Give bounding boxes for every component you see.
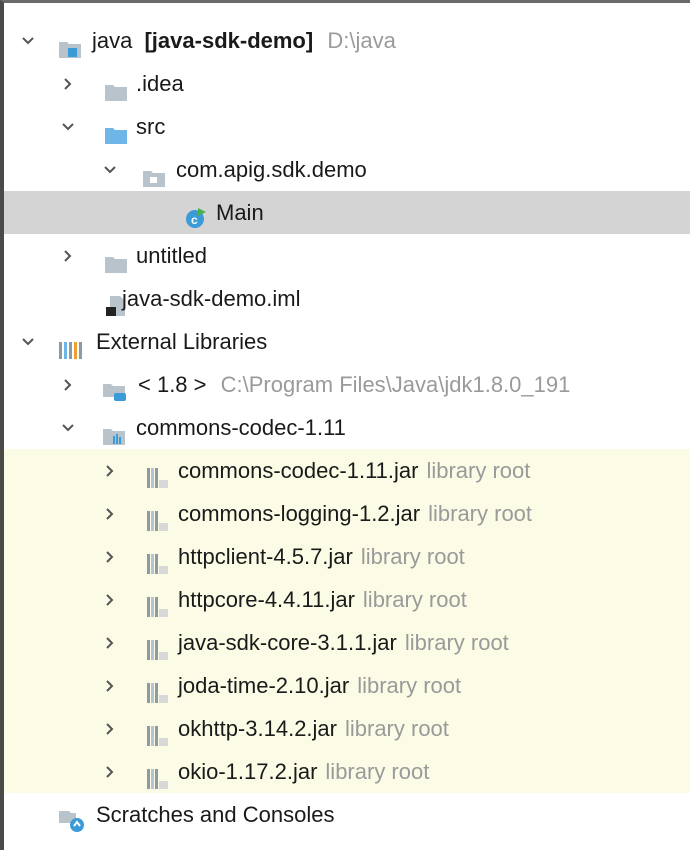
- project-name: java: [92, 28, 133, 53]
- chevron-down-icon[interactable]: [58, 406, 78, 449]
- jar-name: httpclient-4.5.7.jar: [178, 544, 353, 569]
- chevron-down-icon[interactable]: [100, 148, 120, 191]
- jar-library-root: library root: [357, 673, 462, 698]
- tree-label-idea: .idea: [136, 71, 184, 96]
- jar-icon: [144, 460, 168, 488]
- jar-library-root: library root: [360, 544, 465, 569]
- jar-icon: [144, 761, 168, 789]
- jar-name: okio-1.17.2.jar: [178, 759, 318, 784]
- chevron-right-icon[interactable]: [58, 62, 78, 105]
- chevron-right-icon[interactable]: [100, 664, 120, 707]
- tree-row-external-libraries[interactable]: External Libraries: [4, 320, 690, 363]
- chevron-right-icon[interactable]: [100, 535, 120, 578]
- tree-row-codec-library[interactable]: commons-codec-1.11: [4, 406, 690, 449]
- tree-row-scratches[interactable]: Scratches and Consoles: [4, 793, 690, 836]
- chevron-down-icon[interactable]: [18, 19, 38, 62]
- chevron-right-icon[interactable]: [100, 449, 120, 492]
- tree-row-jar[interactable]: okio-1.17.2.jar library root: [4, 750, 690, 793]
- project-tree: java [java-sdk-demo] D:\java .idea src c…: [4, 19, 690, 836]
- project-module: [java-sdk-demo]: [144, 28, 314, 53]
- tree-row-idea[interactable]: .idea: [4, 62, 690, 105]
- tree-label-scratches: Scratches and Consoles: [96, 802, 335, 827]
- jar-icon: [144, 589, 168, 617]
- project-folder-icon: [58, 30, 81, 58]
- jdk-name: < 1.8 >: [138, 372, 207, 397]
- chevron-right-icon[interactable]: [100, 750, 120, 793]
- tree-row-jdk[interactable]: < 1.8 > C:\Program Files\Java\jdk1.8.0_1…: [4, 363, 690, 406]
- jar-name: java-sdk-core-3.1.1.jar: [178, 630, 397, 655]
- jar-library-root: library root: [426, 458, 531, 483]
- chevron-down-icon[interactable]: [18, 320, 38, 363]
- jar-icon: [144, 675, 168, 703]
- jar-library-root: library root: [344, 716, 449, 741]
- project-tree-panel: java [java-sdk-demo] D:\java .idea src c…: [0, 0, 690, 850]
- jar-library-root: library root: [428, 501, 533, 526]
- svg-text:c: c: [191, 213, 198, 227]
- tree-row-src[interactable]: src: [4, 105, 690, 148]
- chevron-right-icon[interactable]: [100, 578, 120, 621]
- tree-label-codec-library: commons-codec-1.11: [136, 415, 346, 440]
- jar-icon: [144, 718, 168, 746]
- chevron-down-icon[interactable]: [58, 105, 78, 148]
- tree-row-jar[interactable]: commons-codec-1.11.jar library root: [4, 449, 690, 492]
- chevron-right-icon[interactable]: [58, 234, 78, 277]
- tree-label-src: src: [136, 114, 166, 139]
- source-folder-icon: [104, 116, 127, 144]
- folder-icon: [104, 73, 127, 101]
- tree-row-package[interactable]: com.apig.sdk.demo: [4, 148, 690, 191]
- tree-row-jar[interactable]: httpcore-4.4.11.jar library root: [4, 578, 690, 621]
- jar-icon: [144, 632, 168, 660]
- tree-row-jar[interactable]: okhttp-3.14.2.jar library root: [4, 707, 690, 750]
- libraries-icon: [58, 331, 82, 359]
- chevron-right-icon[interactable]: [100, 621, 120, 664]
- tree-row-iml[interactable]: java-sdk-demo.iml: [4, 277, 690, 320]
- jar-icon: [144, 546, 168, 574]
- jdk-path: C:\Program Files\Java\jdk1.8.0_191: [220, 372, 571, 397]
- jar-library-root: library root: [404, 630, 509, 655]
- tree-row-project[interactable]: java [java-sdk-demo] D:\java: [4, 19, 690, 62]
- tree-label-untitled: untitled: [136, 243, 207, 268]
- folder-icon: [104, 245, 127, 273]
- library-icon: [102, 417, 125, 445]
- tree-row-jar[interactable]: java-sdk-core-3.1.1.jar library root: [4, 621, 690, 664]
- jar-name: joda-time-2.10.jar: [178, 673, 350, 698]
- tree-row-jar[interactable]: httpclient-4.5.7.jar library root: [4, 535, 690, 578]
- jar-name: httpcore-4.4.11.jar: [178, 587, 355, 612]
- tree-label-iml: java-sdk-demo.iml: [122, 286, 301, 311]
- jar-name: commons-codec-1.11.jar: [178, 458, 419, 483]
- chevron-right-icon[interactable]: [100, 492, 120, 535]
- jdk-icon: [102, 374, 126, 401]
- chevron-right-icon[interactable]: [58, 363, 78, 406]
- tree-row-untitled[interactable]: untitled: [4, 234, 690, 277]
- package-icon: [142, 159, 165, 187]
- jar-library-root: library root: [362, 587, 467, 612]
- tree-label-package: com.apig.sdk.demo: [176, 157, 367, 182]
- tree-label-external-libraries: External Libraries: [96, 329, 268, 354]
- tree-row-jar[interactable]: joda-time-2.10.jar library root: [4, 664, 690, 707]
- scratches-icon: [58, 804, 84, 832]
- jar-library-root: library root: [325, 759, 430, 784]
- jar-name: okhttp-3.14.2.jar: [178, 716, 337, 741]
- jar-icon: [144, 503, 168, 531]
- tree-label-main: Main: [216, 200, 264, 225]
- project-path: D:\java: [327, 28, 396, 53]
- tree-row-jar[interactable]: commons-logging-1.2.jar library root: [4, 492, 690, 535]
- java-class-icon: c: [184, 201, 206, 228]
- tree-row-main[interactable]: c Main: [4, 191, 690, 234]
- jar-name: commons-logging-1.2.jar: [178, 501, 421, 526]
- chevron-right-icon[interactable]: [100, 707, 120, 750]
